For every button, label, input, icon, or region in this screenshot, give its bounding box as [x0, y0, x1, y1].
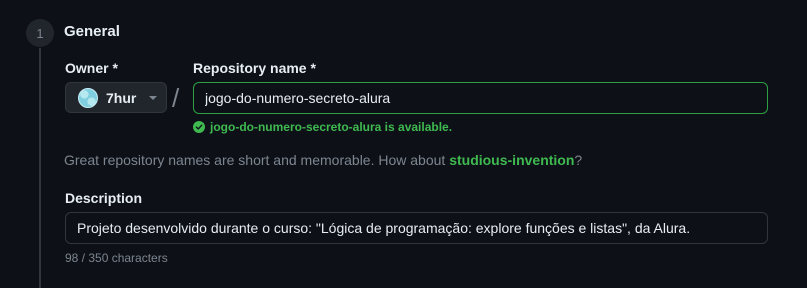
- availability-status: jogo-do-numero-secreto-alura is availabl…: [193, 120, 452, 134]
- step-number-badge: 1: [26, 19, 54, 47]
- suggested-name-link[interactable]: studious-invention: [449, 152, 574, 168]
- description-input[interactable]: [65, 212, 768, 244]
- section-title: General: [64, 23, 120, 40]
- suggestion-suffix: ?: [574, 152, 583, 168]
- avatar-icon: [78, 87, 98, 108]
- description-label: Description: [65, 190, 143, 206]
- owner-label: Owner *: [65, 60, 118, 76]
- owner-repo-separator: /: [172, 83, 180, 113]
- repository-name-label: Repository name *: [193, 60, 316, 76]
- repository-name-input[interactable]: [193, 82, 768, 114]
- owner-name: 7hur: [106, 89, 137, 106]
- description-char-count: 98 / 350 characters: [65, 251, 168, 265]
- name-suggestion-text: Great repository names are short and mem…: [64, 152, 582, 168]
- check-circle-icon: [193, 121, 205, 133]
- owner-dropdown-button[interactable]: 7hur: [65, 82, 167, 113]
- suggestion-prefix: Great repository names are short and mem…: [64, 152, 450, 168]
- chevron-down-icon: [149, 95, 158, 100]
- step-connector-line: [39, 48, 41, 288]
- availability-message: jogo-do-numero-secreto-alura is availabl…: [210, 120, 453, 134]
